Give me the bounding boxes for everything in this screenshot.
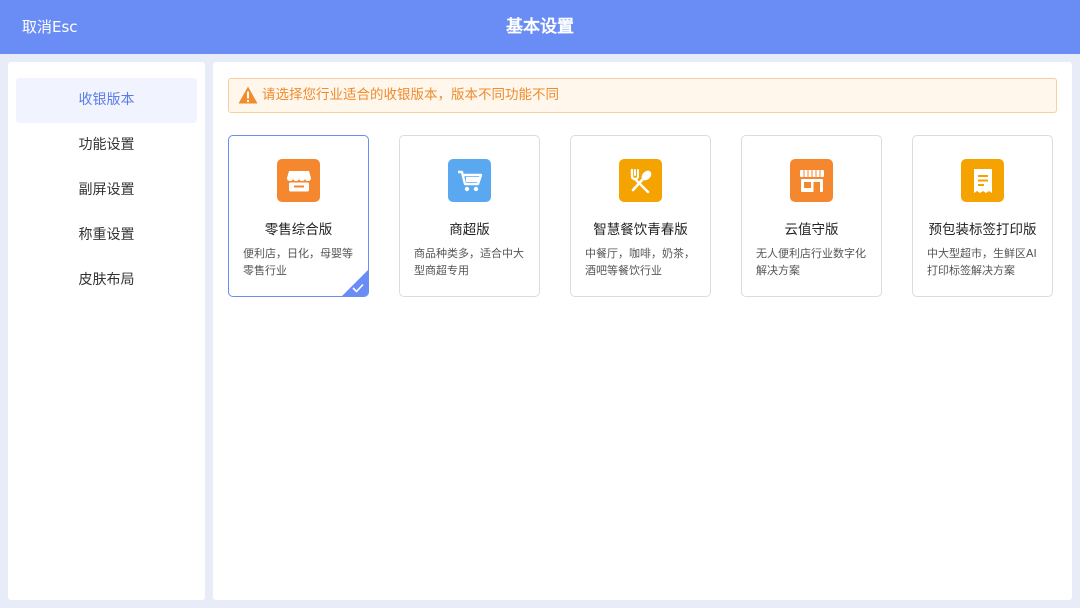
card-name: 云值守版: [784, 222, 839, 238]
page-title: 基本设置: [506, 17, 574, 37]
card-description: 无人便利店行业数字化解决方案: [756, 247, 866, 277]
version-card-supermarket[interactable]: 商超版 商品种类多，适合中大型商超专用: [399, 135, 540, 297]
warning-icon: [238, 86, 258, 104]
sidebar-item-weighing[interactable]: 称重设置: [16, 213, 197, 258]
card-name: 智慧餐饮青春版: [593, 222, 688, 238]
card-description: 便利店，日化，母婴等零售行业: [243, 247, 353, 277]
main-panel: 请选择您行业适合的收银版本，版本不同功能不同 零售综合版 便利店，日化，母婴等零…: [213, 62, 1072, 600]
header-bar: 取消Esc 基本设置: [0, 0, 1080, 54]
selected-check-icon: [342, 270, 368, 296]
utensils-icon: [619, 159, 662, 202]
shop-front-icon: [790, 159, 833, 202]
version-card-catering[interactable]: 智慧餐饮青春版 中餐厅，咖啡，奶茶，酒吧等餐饮行业: [570, 135, 711, 297]
sidebar-item-version[interactable]: 收银版本: [16, 78, 197, 123]
version-card-retail[interactable]: 零售综合版 便利店，日化，母婴等零售行业: [228, 135, 369, 297]
notice-text: 请选择您行业适合的收银版本，版本不同功能不同: [262, 87, 559, 103]
card-description: 商品种类多，适合中大型商超专用: [414, 247, 524, 277]
card-description: 中大型超市，生鲜区AI打印标签解决方案: [927, 247, 1037, 277]
notice-banner: 请选择您行业适合的收银版本，版本不同功能不同: [228, 78, 1057, 113]
card-name: 零售综合版: [264, 222, 333, 238]
sidebar-item-functions[interactable]: 功能设置: [16, 123, 197, 168]
version-card-cloud-unattended[interactable]: 云值守版 无人便利店行业数字化解决方案: [741, 135, 882, 297]
sidebar-item-skin-layout[interactable]: 皮肤布局: [16, 258, 197, 303]
card-description: 中餐厅，咖啡，奶茶，酒吧等餐饮行业: [585, 247, 695, 277]
cancel-button[interactable]: 取消Esc: [22, 0, 78, 54]
store-icon: [277, 159, 320, 202]
receipt-icon: [961, 159, 1004, 202]
version-card-label-printing[interactable]: 预包装标签打印版 中大型超市，生鲜区AI打印标签解决方案: [912, 135, 1053, 297]
sidebar-item-secondary-screen[interactable]: 副屏设置: [16, 168, 197, 213]
card-name: 商超版: [449, 222, 490, 238]
card-name: 预包装标签打印版: [928, 222, 1037, 238]
cart-icon: [448, 159, 491, 202]
sidebar: 收银版本 功能设置 副屏设置 称重设置 皮肤布局: [8, 62, 205, 600]
